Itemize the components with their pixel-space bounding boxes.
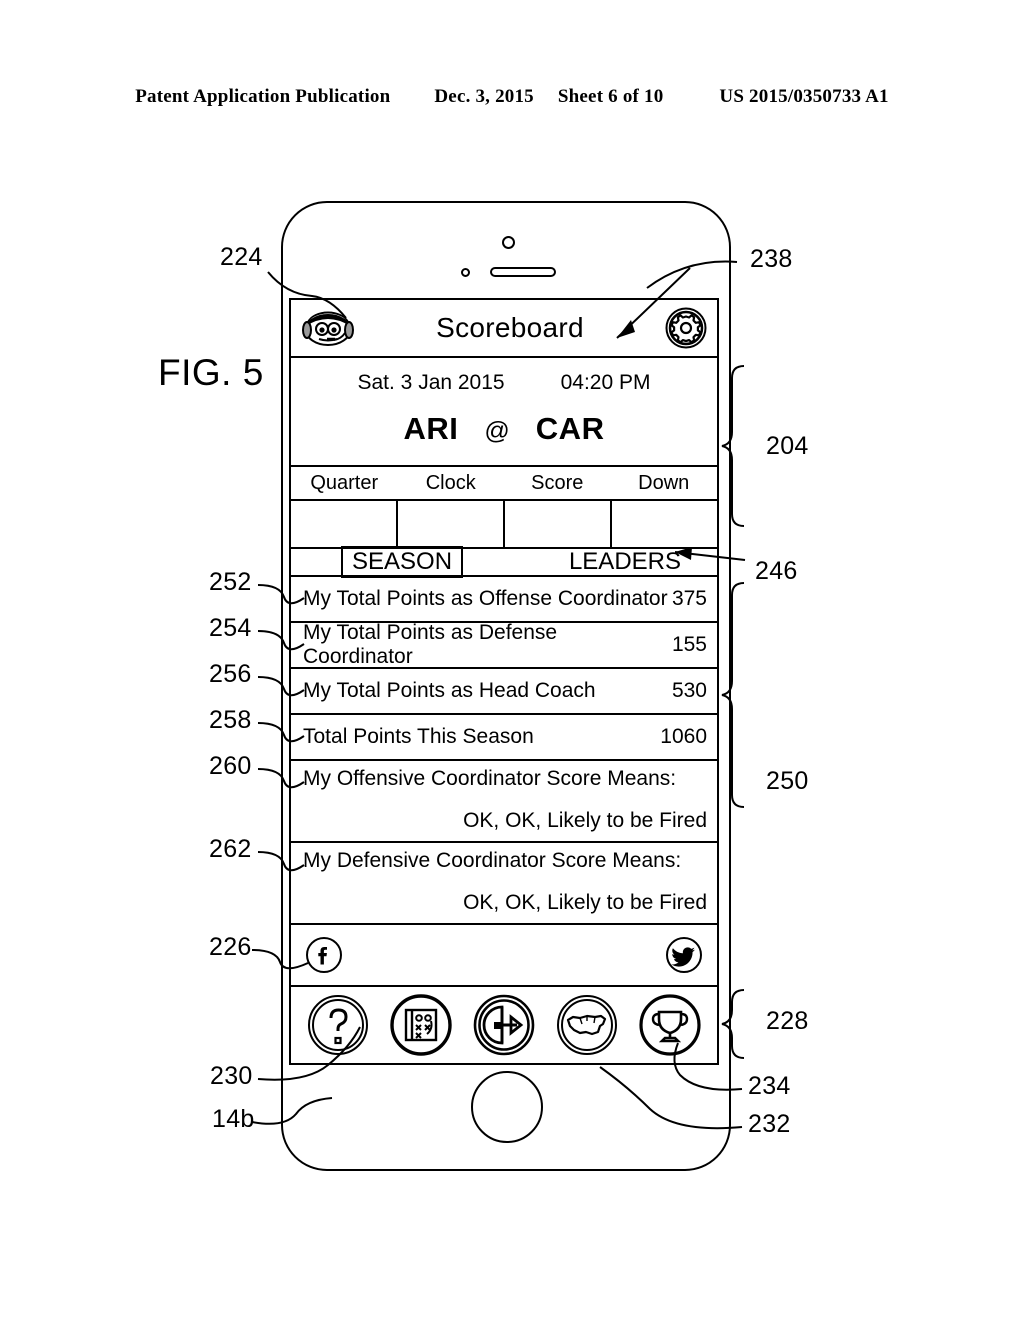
scoreboard-datetime: Sat. 3 Jan 2015 04:20 PM bbox=[291, 358, 717, 395]
means-value: OK, OK, Likely to be Fired bbox=[463, 891, 707, 914]
means-value: OK, OK, Likely to be Fired bbox=[463, 809, 707, 832]
ref-204: 204 bbox=[766, 432, 809, 460]
means-label: My Offensive Coordinator Score Means: bbox=[303, 767, 677, 790]
social-share-row bbox=[291, 925, 717, 987]
tab-leaders[interactable]: LEADERS bbox=[569, 548, 681, 576]
stat-row-total-points[interactable]: Total Points This Season 1060 bbox=[291, 715, 717, 761]
scoreboard-column-headers: Quarter Clock Score Down bbox=[291, 465, 717, 501]
mobile-device: Scoreboard Sat. 3 Jan 2015 04:20 PM ARI … bbox=[281, 201, 731, 1171]
publication-header-date: Dec. 3, 2015 bbox=[434, 86, 534, 107]
home-team: CAR bbox=[535, 411, 605, 446]
ref-246: 246 bbox=[755, 557, 798, 585]
front-camera-icon bbox=[502, 236, 515, 249]
ref-256: 256 bbox=[209, 660, 252, 688]
column-header-score: Score bbox=[531, 472, 584, 494]
ref-234: 234 bbox=[748, 1072, 791, 1100]
ref-262: 262 bbox=[209, 835, 252, 863]
us-map-icon[interactable] bbox=[556, 994, 618, 1056]
ref-224: 224 bbox=[220, 243, 263, 271]
ref-252: 252 bbox=[209, 568, 252, 596]
stat-row-offense-points[interactable]: My Total Points as Offense Coordinator 3… bbox=[291, 577, 717, 623]
ref-14b: 14b bbox=[212, 1105, 255, 1133]
proximity-sensor-icon bbox=[461, 268, 470, 277]
column-header-clock: Clock bbox=[425, 472, 476, 494]
stat-value: 1060 bbox=[660, 725, 707, 748]
stat-label: Total Points This Season bbox=[303, 725, 534, 748]
play-football-icon[interactable] bbox=[473, 994, 535, 1056]
ref-232: 232 bbox=[748, 1110, 791, 1138]
stat-value: 375 bbox=[671, 587, 707, 610]
twitter-icon[interactable] bbox=[665, 936, 703, 974]
playbook-icon[interactable] bbox=[390, 994, 452, 1056]
at-separator: @ bbox=[484, 417, 510, 445]
ref-254: 254 bbox=[209, 614, 252, 642]
tab-season[interactable]: SEASON bbox=[341, 546, 464, 578]
scoreboard-value-row bbox=[291, 501, 717, 549]
game-date: Sat. 3 Jan 2015 bbox=[357, 371, 505, 394]
device-screen: Scoreboard Sat. 3 Jan 2015 04:20 PM ARI … bbox=[289, 298, 719, 1065]
cell-quarter bbox=[291, 501, 398, 547]
publication-header-number: US 2015/0350733 A1 bbox=[719, 86, 889, 107]
column-header-quarter: Quarter bbox=[310, 472, 379, 494]
gear-icon[interactable] bbox=[665, 307, 707, 349]
away-team: ARI bbox=[403, 411, 459, 446]
stat-label: My Total Points as Defense Coordinator bbox=[303, 621, 558, 668]
stats-panel: My Total Points as Offense Coordinator 3… bbox=[291, 577, 717, 987]
app-title-bar: Scoreboard bbox=[291, 300, 717, 358]
earpiece-speaker bbox=[490, 267, 556, 277]
ref-258: 258 bbox=[209, 706, 252, 734]
trophy-icon[interactable] bbox=[638, 994, 701, 1056]
page-title: Scoreboard bbox=[436, 312, 584, 343]
scoreboard-panel: Sat. 3 Jan 2015 04:20 PM ARI @ CAR Quart… bbox=[291, 358, 717, 549]
cell-down bbox=[612, 501, 717, 547]
publication-header-sheet: Sheet 6 of 10 bbox=[557, 86, 664, 107]
coach-mascot-icon[interactable] bbox=[301, 308, 355, 348]
stat-row-defense-points[interactable]: My Total Points as Defense Coordinator 1… bbox=[291, 621, 717, 669]
ref-238: 238 bbox=[750, 245, 793, 273]
defense-score-means-row[interactable]: My Defensive Coordinator Score Means: OK… bbox=[291, 843, 717, 925]
column-header-down: Down bbox=[638, 472, 690, 494]
offense-score-means-row[interactable]: My Offensive Coordinator Score Means: OK… bbox=[291, 761, 717, 843]
cell-score bbox=[505, 501, 612, 547]
ref-250: 250 bbox=[766, 767, 809, 795]
means-label: My Defensive Coordinator Score Means: bbox=[303, 849, 682, 872]
figure-label: FIG. 5 bbox=[158, 352, 264, 393]
stat-value: 155 bbox=[671, 633, 707, 656]
publication-header-title: Patent Application Publication bbox=[135, 86, 391, 107]
stat-label: My Total Points as Offense Coordinator bbox=[303, 587, 668, 610]
ref-228: 228 bbox=[766, 1007, 809, 1035]
cell-clock bbox=[398, 501, 505, 547]
ref-260: 260 bbox=[209, 752, 252, 780]
tab-bar: SEASON LEADERS bbox=[291, 546, 717, 578]
bottom-toolbar bbox=[291, 987, 717, 1063]
question-mark-icon[interactable] bbox=[307, 994, 369, 1056]
game-time: 04:20 PM bbox=[560, 371, 651, 394]
facebook-icon[interactable] bbox=[305, 936, 343, 974]
ref-226: 226 bbox=[209, 933, 252, 961]
stat-row-head-coach-points[interactable]: My Total Points as Head Coach 530 bbox=[291, 669, 717, 715]
ref-230: 230 bbox=[210, 1062, 253, 1090]
stat-value: 530 bbox=[671, 679, 707, 702]
matchup: ARI @ CAR bbox=[291, 395, 717, 465]
publication-header: Patent Application Publication Dec. 3, 2… bbox=[0, 86, 1024, 108]
stat-label: My Total Points as Head Coach bbox=[303, 679, 596, 702]
home-button[interactable] bbox=[471, 1071, 543, 1143]
